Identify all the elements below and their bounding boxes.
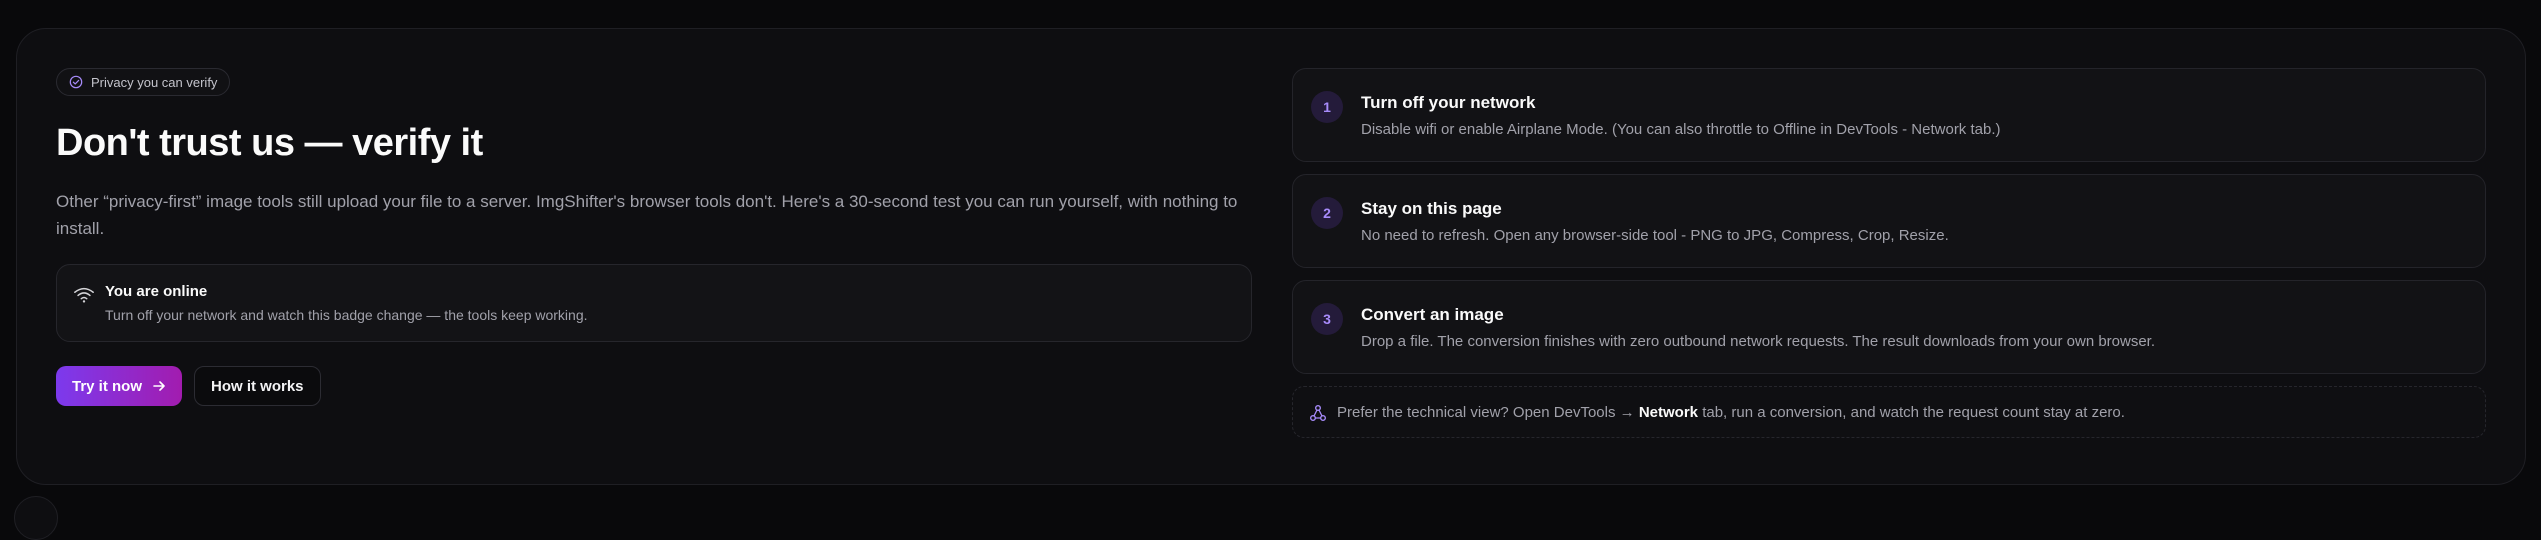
step-description: No need to refresh. Open any browser-sid… bbox=[1361, 227, 1949, 244]
devtools-tip-text: Prefer the technical view? Open DevTools… bbox=[1337, 404, 2125, 421]
devtools-tip-network: Network bbox=[1638, 404, 1699, 421]
network-status-description: Turn off your network and watch this bad… bbox=[105, 307, 588, 323]
step-card: 1 Turn off your network Disable wifi or … bbox=[1292, 68, 2486, 162]
network-status-title: You are online bbox=[105, 283, 208, 300]
page-title: Don't trust us — verify it bbox=[56, 122, 483, 164]
try-it-now-button[interactable]: Try it now bbox=[56, 366, 183, 406]
hero-actions: Try it now How it works bbox=[56, 366, 1252, 406]
step-number: 3 bbox=[1311, 303, 1343, 335]
step-title: Turn off your network bbox=[1361, 93, 1536, 112]
privacy-badge-label: Privacy you can verify bbox=[91, 74, 218, 90]
network-status-card: You are online Turn off your network and… bbox=[56, 264, 1252, 342]
wifi-icon bbox=[74, 287, 94, 303]
hero-column: Privacy you can verify Don't trust us — … bbox=[56, 68, 1252, 406]
devtools-tip-suffix: tab, run a conversion, and watch the req… bbox=[1702, 404, 2125, 421]
steps-column: 1 Turn off your network Disable wifi or … bbox=[1292, 68, 2486, 438]
floating-control[interactable] bbox=[14, 496, 58, 540]
step-card: 3 Convert an image Drop a file. The conv… bbox=[1292, 280, 2486, 374]
shield-check-icon bbox=[69, 75, 83, 89]
step-title: Stay on this page bbox=[1361, 199, 1502, 218]
step-description: Disable wifi or enable Airplane Mode. (Y… bbox=[1361, 121, 2001, 138]
arrow-right-icon bbox=[153, 381, 165, 391]
step-number: 1 bbox=[1311, 91, 1343, 123]
step-description: Drop a file. The conversion finishes wit… bbox=[1361, 333, 2156, 350]
step-title: Convert an image bbox=[1361, 305, 1504, 324]
step-card: 2 Stay on this page No need to refresh. … bbox=[1292, 174, 2486, 268]
how-it-works-button[interactable]: How it works bbox=[194, 366, 321, 406]
network-icon bbox=[1310, 405, 1326, 421]
step-number: 2 bbox=[1311, 197, 1343, 229]
try-it-now-label: Try it now bbox=[72, 377, 143, 395]
devtools-tip-prefix: Prefer the technical view? Open DevTools… bbox=[1337, 404, 1635, 421]
devtools-tip: Prefer the technical view? Open DevTools… bbox=[1292, 386, 2486, 438]
privacy-badge: Privacy you can verify bbox=[56, 68, 231, 96]
hero-description: Other “privacy-first” image tools still … bbox=[56, 192, 1238, 238]
